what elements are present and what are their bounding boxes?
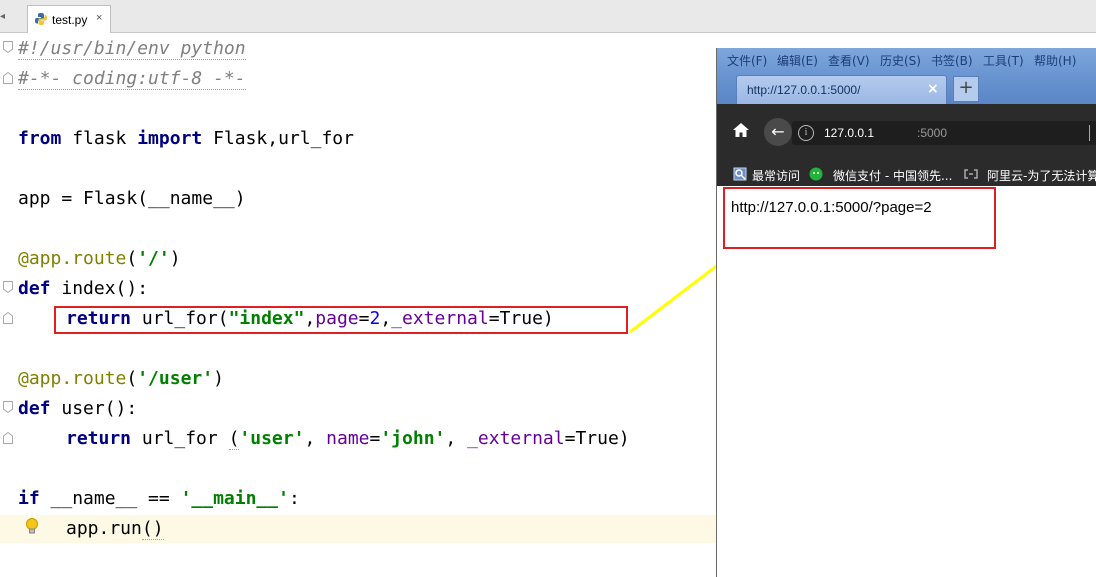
code-line-16: if __name__ == '__main__': [18, 488, 300, 509]
browser-window: 文件(F) 编辑(E) 查看(V) 历史(S) 书签(B) 工具(T) 帮助(H… [716, 48, 1096, 577]
menu-tools[interactable]: 工具(T) [983, 52, 1024, 69]
code-line-9: def index(): [18, 278, 149, 299]
code-line-12: @app.route('/user') [18, 368, 224, 389]
code-line-2: #-*- coding:utf-8 -*- [18, 68, 246, 90]
bookmark-aliyun[interactable]: 阿里云-为了无法计算 [987, 167, 1096, 184]
menu-history[interactable]: 历史(S) [880, 52, 921, 69]
code-line-13: def user(): [18, 398, 138, 419]
url-separator [1089, 125, 1090, 141]
code-line-1: #!/usr/bin/env python [18, 38, 246, 60]
code-line-17: app.run() [66, 518, 164, 540]
aliyun-icon [964, 169, 978, 179]
code-highlight-box [54, 306, 628, 334]
browser-nav-bar: ← i 127.0.0.1 :5000 [717, 104, 1096, 162]
url-bar[interactable]: i 127.0.0.1 :5000 [792, 121, 1096, 145]
menu-edit[interactable]: 编辑(E) [777, 52, 818, 69]
editor-tab-bar: ◂ test.py × [0, 0, 1096, 33]
fold-end-marker-icon[interactable] [3, 432, 13, 444]
fold-end-marker-icon[interactable] [3, 312, 13, 324]
back-button[interactable]: ← [764, 118, 792, 146]
menu-bookmarks[interactable]: 书签(B) [931, 52, 973, 69]
code-line-8: @app.route('/') [18, 248, 181, 269]
tab-close-icon[interactable]: × [96, 12, 102, 24]
new-tab-button[interactable]: + [953, 76, 979, 102]
home-icon[interactable] [732, 121, 750, 139]
close-icon[interactable]: × [927, 81, 939, 97]
url-host: 127.0.0.1 [824, 126, 875, 140]
tab-scroll-left-icon[interactable]: ◂ [0, 9, 12, 25]
bookmark-wechat-pay[interactable]: 微信支付 - 中国领先... [833, 167, 952, 184]
wechat-pay-icon [809, 167, 823, 181]
browser-tab-title: http://127.0.0.1:5000/ [747, 83, 861, 97]
python-file-icon [35, 13, 47, 25]
browser-tab[interactable]: http://127.0.0.1:5000/ × [736, 75, 947, 104]
fold-marker-icon[interactable] [3, 41, 13, 53]
fold-end-marker-icon[interactable] [3, 72, 13, 84]
result-highlight-box [723, 187, 996, 249]
info-icon[interactable]: i [798, 125, 814, 141]
menu-help[interactable]: 帮助(H) [1034, 52, 1076, 69]
browser-menu-bar: 文件(F) 编辑(E) 查看(V) 历史(S) 书签(B) 工具(T) 帮助(H… [717, 48, 1096, 72]
menu-file[interactable]: 文件(F) [727, 52, 767, 69]
menu-view[interactable]: 查看(V) [828, 52, 870, 69]
fold-marker-icon[interactable] [3, 281, 13, 293]
tab-label: test.py [52, 13, 88, 27]
browser-tab-bar: http://127.0.0.1:5000/ × + [717, 72, 1096, 104]
code-line-4: from flask import Flask,url_for [18, 128, 354, 149]
code-line-6: app = Flask(__name__) [18, 188, 246, 209]
tab-test-py[interactable]: test.py × [27, 5, 111, 33]
bookmarks-bar: 最常访问 微信支付 - 中国领先... 阿里云-为了无法计算 [717, 162, 1096, 186]
fold-marker-icon[interactable] [3, 401, 13, 413]
url-port: :5000 [917, 126, 948, 140]
bookmark-most-visited[interactable]: 最常访问 [752, 167, 800, 184]
lightbulb-icon[interactable] [24, 517, 40, 537]
most-visited-icon [733, 167, 747, 181]
code-line-14: return url_for ('user', name='john', _ex… [66, 428, 630, 450]
